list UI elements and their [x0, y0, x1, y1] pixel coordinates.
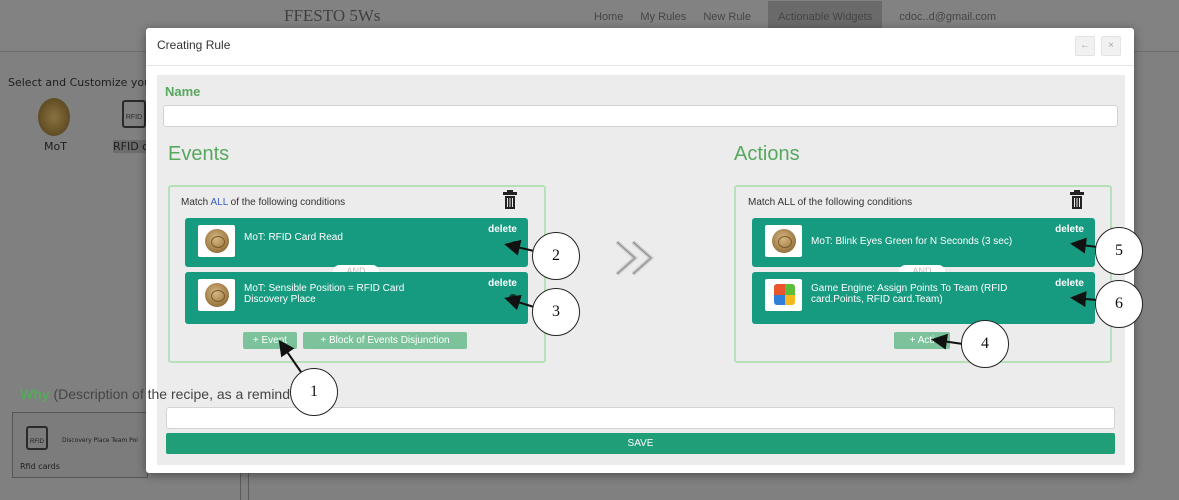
callout-arrow — [931, 333, 964, 350]
callout-arrow — [504, 239, 535, 256]
callout-arrow — [278, 339, 302, 373]
callout-marker: 5 — [1095, 227, 1143, 275]
callout-marker: 2 — [532, 232, 580, 280]
callout-marker: 4 — [961, 320, 1009, 368]
callout-marker: 3 — [532, 288, 580, 336]
callout-arrow — [504, 294, 535, 311]
callout-marker: 1 — [290, 368, 338, 416]
annotation-arrows — [278, 237, 1098, 373]
callout-marker: 6 — [1095, 280, 1143, 328]
callout-arrow — [1070, 237, 1098, 254]
callout-arrow — [1070, 291, 1098, 308]
